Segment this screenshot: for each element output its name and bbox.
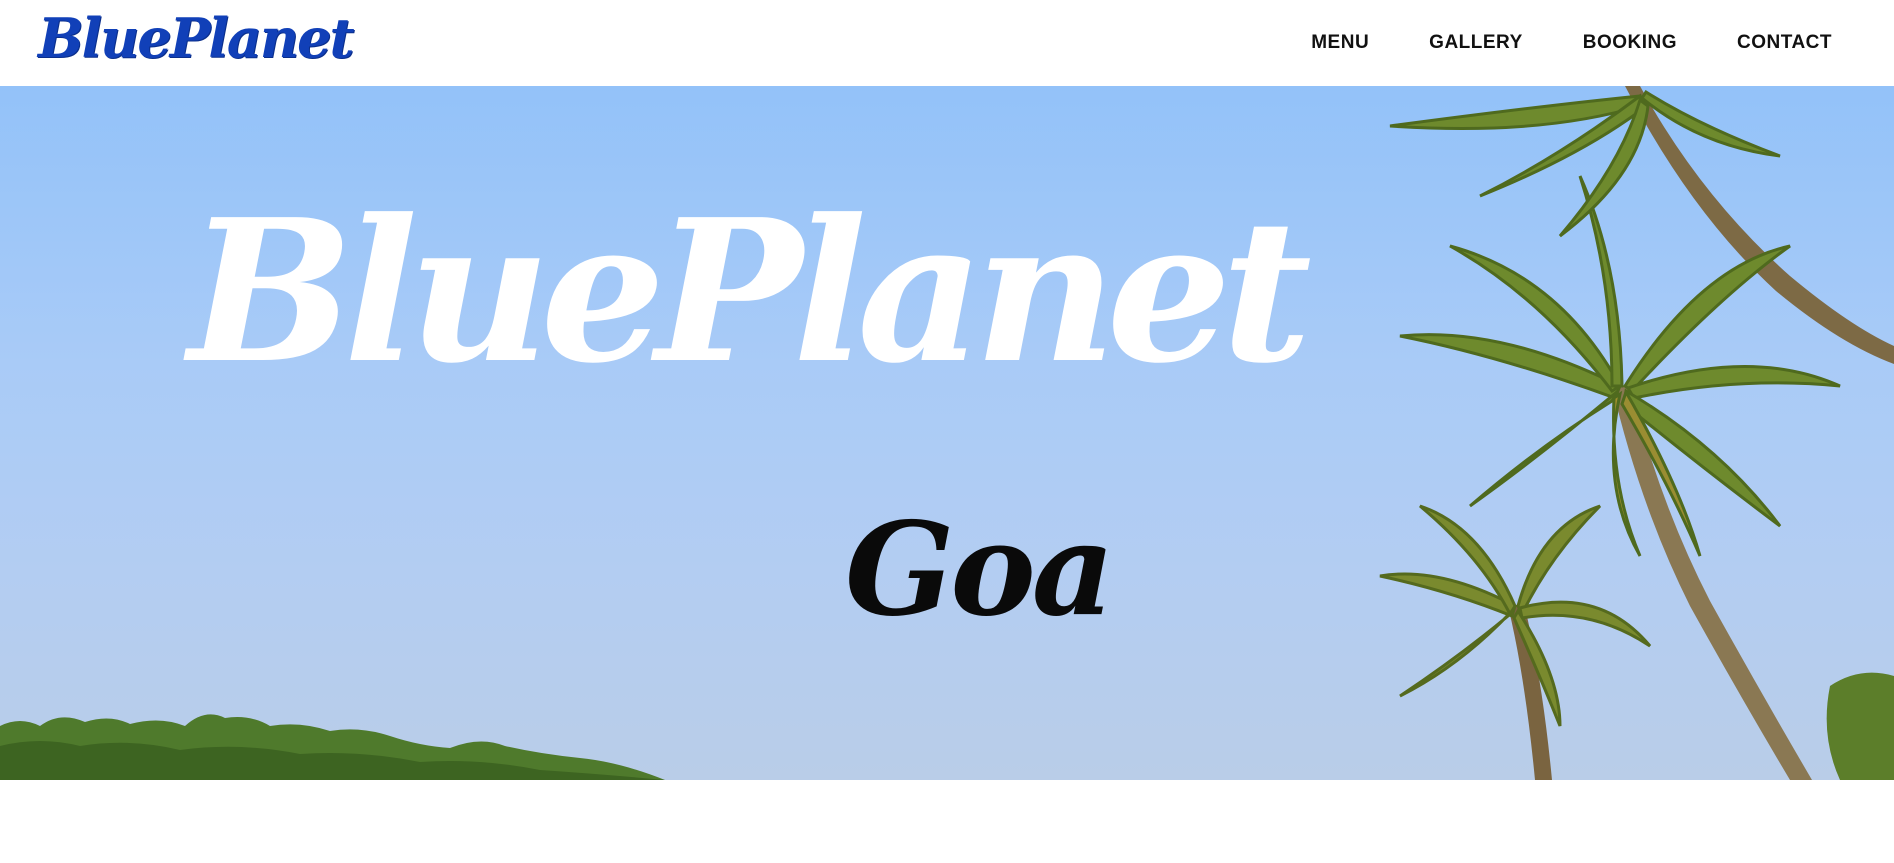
site-logo[interactable]: BluePlanet [38,6,354,70]
palm-trunk-1 [1625,86,1894,364]
top-navbar: BluePlanet MENU GALLERY BOOKING CONTACT [0,0,1894,86]
hero-subtitle: Goa [845,495,1115,645]
hero-banner: BluePlanet Goa [0,86,1894,780]
nav-item-contact[interactable]: CONTACT [1737,32,1832,54]
nav-item-booking[interactable]: BOOKING [1583,32,1677,54]
hero-title: BluePlanet [188,177,1312,407]
nav-item-gallery[interactable]: GALLERY [1429,32,1523,54]
palm-fronds-main [1399,175,1841,557]
bush-right [1826,672,1894,780]
nav-item-menu[interactable]: MENU [1311,32,1369,54]
palm-trunk-2 [1612,386,1812,780]
palm-fronds-small [1379,504,1652,727]
main-nav: MENU GALLERY BOOKING CONTACT [1311,32,1832,54]
